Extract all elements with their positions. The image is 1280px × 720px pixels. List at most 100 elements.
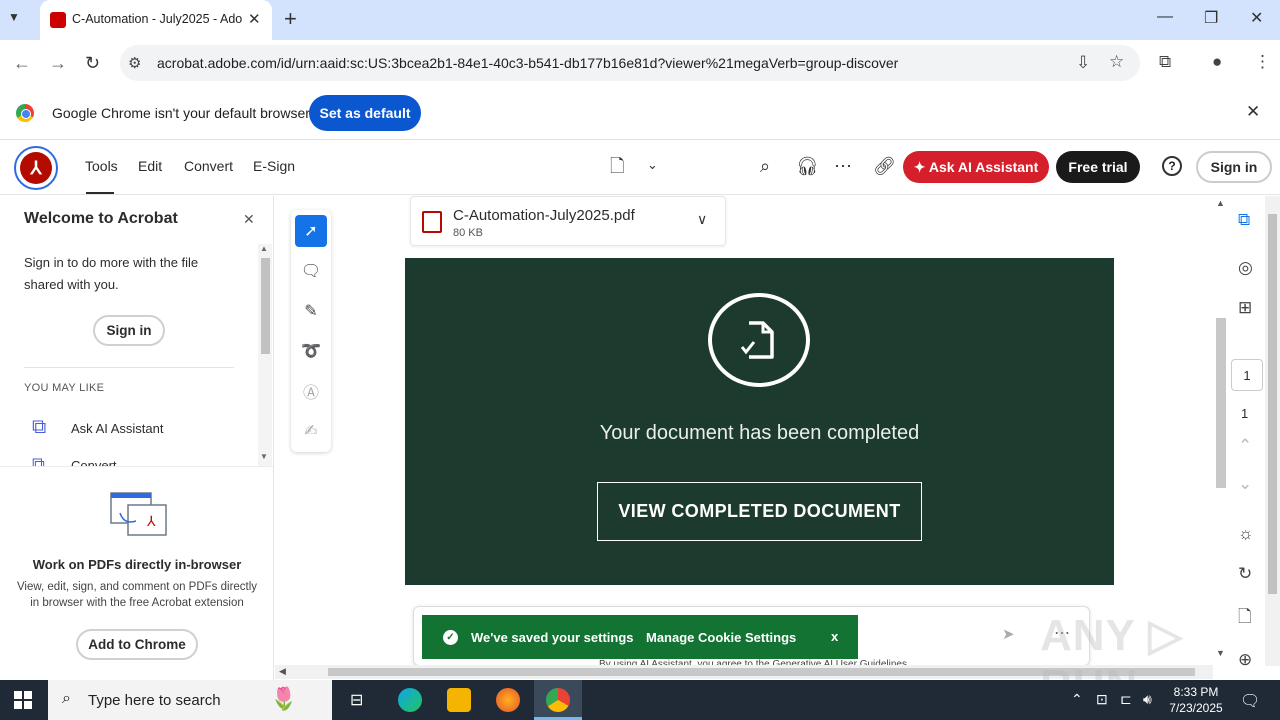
acrobat-favicon-icon [50,12,66,28]
network-icon[interactable]: ⊡ [1096,691,1108,708]
extensions-puzzle-icon[interactable]: ⧉ [1159,52,1171,72]
task-view-icon[interactable]: ⊟ [350,690,363,710]
more-options-icon[interactable]: ⋯ [834,156,852,177]
browser-tab[interactable]: C-Automation - July2025 - Adobe Acrobat … [40,0,272,40]
document-scrollbar[interactable]: ▲ ▼ [1213,196,1229,666]
you-may-like-convert[interactable]: Convert [71,458,117,466]
windows-start-icon[interactable] [14,691,32,709]
help-icon[interactable]: ? [1162,156,1182,176]
set-default-button[interactable]: Set as default [309,95,421,131]
install-app-icon[interactable]: ⇩ [1076,53,1090,73]
back-arrow-icon[interactable]: ← [13,53,31,74]
window-close-icon[interactable]: ✕ [1250,8,1263,28]
free-trial-button[interactable]: Free trial [1056,151,1140,183]
highlight-pen-tool-icon[interactable]: ✎ [295,295,327,327]
comment-tool-icon[interactable]: 🗨︎ [295,255,327,287]
url-text[interactable]: acrobat.adobe.com/id/urn:aaid:sc:US:3bce… [157,55,898,71]
extension-promo: ⅄ Work on PDFs directly in-browser View,… [0,466,273,680]
you-may-like-ai-assistant[interactable]: Ask AI Assistant [71,421,164,436]
current-page-input[interactable]: 1 [1231,359,1263,391]
clock-time: 8:33 PM [1173,685,1219,699]
add-to-chrome-button[interactable]: Add to Chrome [76,629,198,660]
document-scroll-thumb[interactable] [1216,318,1226,488]
infobar-close-icon[interactable]: ✕ [1246,102,1260,122]
profile-avatar-icon[interactable]: ● [1212,52,1222,72]
draw-freehand-tool-icon[interactable]: ➰ [295,335,327,367]
file-info-card[interactable]: C-Automation-July2025.pdf 80 KB ∨ [410,196,726,246]
notifications-icon[interactable]: 🗨︎ [1240,691,1260,711]
send-icon[interactable]: ➤ [1002,625,1015,643]
chevron-down-icon[interactable]: ⌄ [647,157,658,173]
page-scrollbar[interactable] [1265,196,1280,666]
minimize-icon[interactable]: — [1157,8,1173,26]
comments-icon[interactable]: ◎ [1238,258,1253,278]
ask-ai-assistant-button[interactable]: ✦ Ask AI Assistant [903,151,1049,183]
you-may-like-heading: YOU MAY LIKE [24,382,105,394]
page-scroll-thumb[interactable] [1268,214,1277,594]
chrome-taskbar-active[interactable] [534,680,582,720]
doc-scroll-up-icon[interactable]: ▲ [1216,198,1225,208]
acrobat-logo-icon[interactable]: ⅄ [14,146,58,190]
acrobat-header: ⅄ Tools Edit Convert E-Sign 🗋 ⌄ ⌕ 🎧︎ ⋯ 🔗… [0,140,1280,195]
taskbar-search-box[interactable]: ⌕ Type here to search 🌷 [48,680,332,720]
taskbar-search-icon: ⌕ [62,690,71,707]
file-explorer-icon[interactable] [447,688,471,712]
site-info-icon[interactable]: ⚙ [128,54,141,72]
view-completed-document-button[interactable]: VIEW COMPLETED DOCUMENT [597,482,922,541]
document-icon[interactable]: 🗋 [610,154,624,184]
reload-icon[interactable]: ↻ [85,53,100,74]
header-sign-in-button[interactable]: Sign in [1196,151,1272,183]
wifi-icon[interactable]: ⊏ [1120,691,1132,708]
chrome-logo-icon [16,104,34,122]
chrome-menu-icon[interactable]: ⋮ [1254,52,1271,72]
thumbnails-grid-icon[interactable]: ⊞ [1238,298,1252,318]
manage-cookie-settings-link[interactable]: Manage Cookie Settings [646,630,796,645]
tab-search-chevron-icon[interactable]: ▼ [8,10,20,24]
file-chevron-down-icon[interactable]: ∨ [697,211,707,228]
check-icon: ✓ [443,630,458,645]
panel-scroll-thumb[interactable] [261,258,270,354]
read-aloud-headphones-icon[interactable]: 🎧︎ [796,156,819,177]
ask-ai-assistant-label: Ask AI Assistant [928,158,1039,175]
scroll-left-arrow-icon[interactable]: ◀ [279,666,286,677]
file-size: 80 KB [453,227,483,239]
page-down-chevron-icon[interactable]: ⌄ [1238,474,1252,494]
select-tool-icon[interactable]: ➚ [295,215,327,247]
edge-icon[interactable] [398,688,422,712]
tab-strip: ▼ C-Automation - July2025 - Adobe Acroba… [0,0,1280,40]
volume-icon[interactable]: 🔊︎ [1143,691,1152,708]
tab-tools[interactable]: Tools [85,158,118,174]
forward-arrow-icon[interactable]: → [49,53,67,74]
bookmark-star-icon[interactable]: ☆ [1109,52,1124,72]
firefox-icon[interactable] [496,688,520,712]
browser-toolbar: ← → ↻ ⚙ acrobat.adobe.com/id/urn:aaid:sc… [0,40,1280,86]
rotate-icon[interactable]: ↻ [1238,564,1252,584]
ai-summary-icon[interactable]: ⧉ [1238,210,1250,230]
scroll-up-arrow-icon[interactable]: ▲ [260,244,268,253]
tab-esign[interactable]: E-Sign [253,158,295,174]
tab-tools-underline [86,192,114,194]
welcome-close-icon[interactable]: ✕ [243,211,255,228]
tab-convert[interactable]: Convert [184,158,233,174]
new-tab-button[interactable]: + [284,6,297,32]
ai-assistant-item-icon: ⧉ [32,416,47,438]
ai-assistant-icon: ✦ [913,158,929,175]
share-link-icon[interactable]: 🔗︎ [873,156,896,177]
taskbar-clock[interactable]: 8:33 PM 7/23/2025 [1168,684,1224,716]
completion-message: Your document has been completed [599,422,920,444]
scroll-down-arrow-icon[interactable]: ▼ [260,452,268,461]
page-up-chevron-icon[interactable]: ⌃ [1238,436,1252,456]
restore-icon[interactable]: ❐ [1204,8,1218,28]
display-mode-icon[interactable]: ☼ [1238,524,1254,544]
tray-chevron-icon[interactable]: ⌃ [1071,691,1083,708]
search-icon[interactable]: ⌕ [760,156,770,177]
tab-close-icon[interactable]: ✕ [248,10,261,28]
text-box-tool-icon[interactable]: Ⓐ [295,375,327,407]
toast-close-button[interactable]: x [831,629,838,644]
windows-taskbar: ⌕ Type here to search 🌷 ⊟ ⌃ ⊡ ⊏ 🔊︎ 8:33 … [0,680,1280,720]
panel-sign-in-button[interactable]: Sign in [93,315,165,346]
convert-item-icon: ⧉ [32,454,45,466]
address-bar[interactable]: ⚙ acrobat.adobe.com/id/urn:aaid:sc:US:3b… [120,45,1140,81]
sign-tool-icon[interactable]: ✍︎ [295,415,327,447]
tab-edit[interactable]: Edit [138,158,162,174]
